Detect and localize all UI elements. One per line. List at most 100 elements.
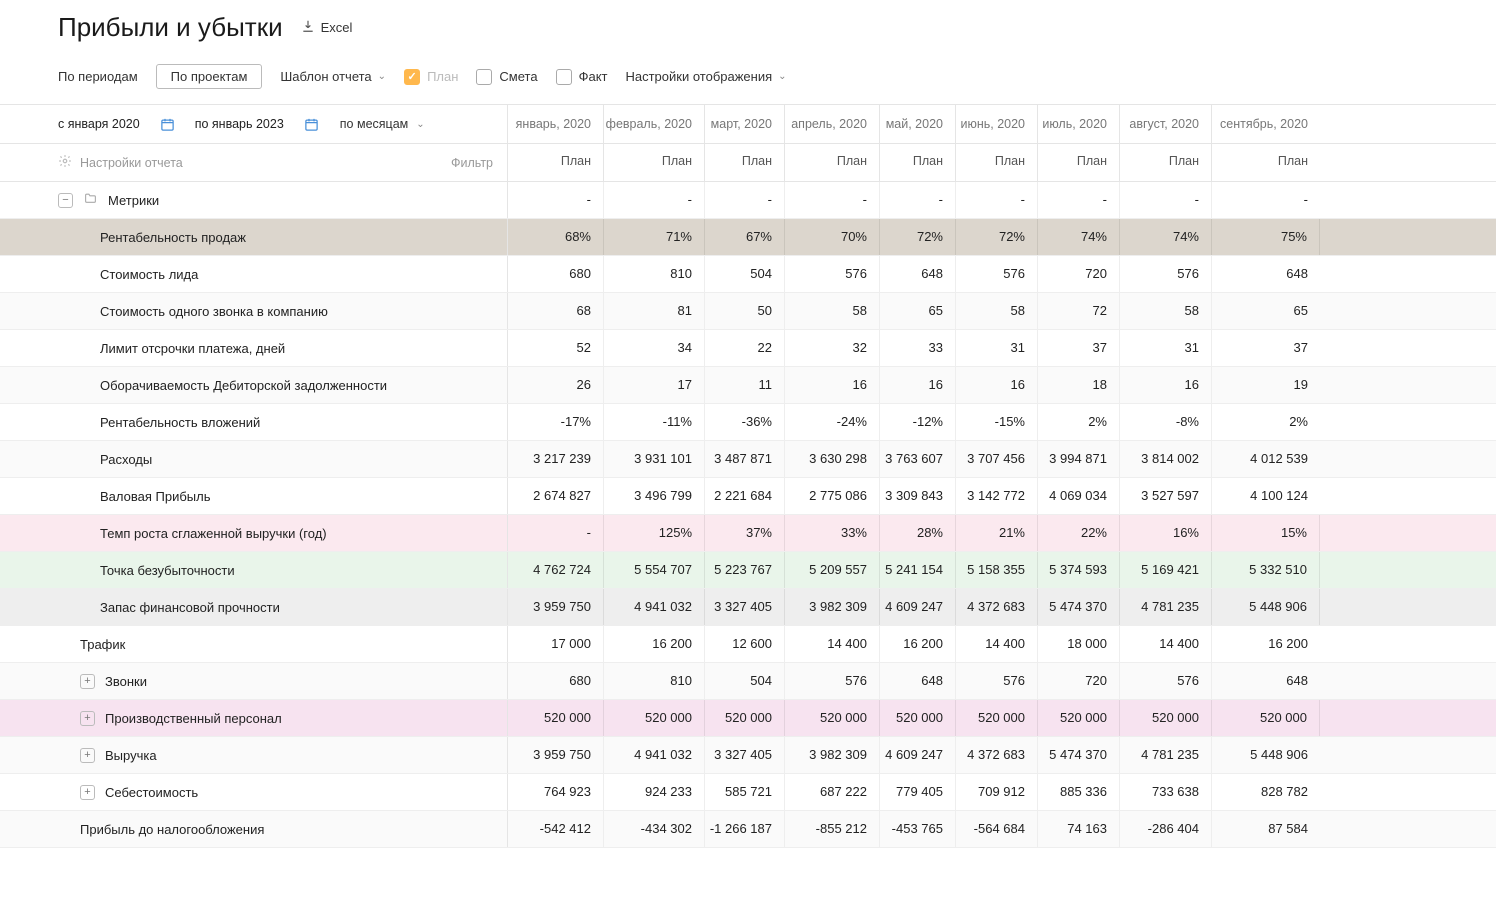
cell: 50 xyxy=(705,293,785,329)
row-label-text: Рентабельность вложений xyxy=(100,415,260,430)
cell: 576 xyxy=(956,256,1038,292)
chevron-down-icon: ⌄ xyxy=(778,71,786,82)
table-row: Точка безубыточности4 762 7245 554 7075 … xyxy=(0,552,1496,589)
row-label-text: Расходы xyxy=(100,452,152,467)
cell: 17 000 xyxy=(508,626,604,662)
cell: 16 xyxy=(1120,367,1212,403)
cell: 72 xyxy=(1038,293,1120,329)
expand-icon[interactable]: + xyxy=(80,711,95,726)
month-header: сентябрь, 2020 xyxy=(1212,105,1320,143)
cell: 68 xyxy=(508,293,604,329)
cell: 33% xyxy=(785,515,880,551)
cell: -855 212 xyxy=(785,811,880,847)
table-row: Стоимость одного звонка в компанию688150… xyxy=(0,293,1496,330)
row-label-text: Оборачиваемость Дебиторской задолженност… xyxy=(100,378,387,393)
month-header: апрель, 2020 xyxy=(785,105,880,143)
gear-icon[interactable] xyxy=(58,154,72,171)
cell: 576 xyxy=(956,663,1038,699)
cell: 33 xyxy=(880,330,956,366)
cell: 37 xyxy=(1212,330,1320,366)
plan-header: План xyxy=(705,144,785,181)
table-row: +Производственный персонал520 000520 000… xyxy=(0,700,1496,737)
cell: 3 142 772 xyxy=(956,478,1038,514)
date-from[interactable]: с января 2020 xyxy=(58,117,140,131)
cell: -434 302 xyxy=(604,811,705,847)
row-label-payment-delay: Лимит отсрочки платежа, дней xyxy=(0,330,508,366)
cell: 22 xyxy=(705,330,785,366)
plan-header: План xyxy=(1120,144,1212,181)
cell: - xyxy=(604,182,705,218)
row-label-text: Валовая Прибыль xyxy=(100,489,211,504)
collapse-icon[interactable]: − xyxy=(58,193,73,208)
expand-icon[interactable]: + xyxy=(80,748,95,763)
cell: 5 448 906 xyxy=(1212,589,1320,625)
cell: 5 554 707 xyxy=(604,552,705,588)
table-row: Темп роста сглаженной выручки (год)-125%… xyxy=(0,515,1496,552)
cell: 2 221 684 xyxy=(705,478,785,514)
month-header: март, 2020 xyxy=(705,105,785,143)
cell: 520 000 xyxy=(1038,700,1120,736)
checkbox-plan[interactable]: План xyxy=(404,69,458,85)
cell: 5 209 557 xyxy=(785,552,880,588)
filter-button[interactable]: Фильтр xyxy=(451,156,493,170)
calendar-icon[interactable] xyxy=(304,116,319,132)
cell: 764 923 xyxy=(508,774,604,810)
checkbox-estimate[interactable]: Смета xyxy=(476,69,537,85)
cell: 2 775 086 xyxy=(785,478,880,514)
display-settings-dropdown[interactable]: Настройки отображения ⌄ xyxy=(625,69,786,84)
table-row: Оборачиваемость Дебиторской задолженност… xyxy=(0,367,1496,404)
tab-projects[interactable]: По проектам xyxy=(156,64,263,89)
cell: 65 xyxy=(880,293,956,329)
folder-icon xyxy=(83,192,98,208)
row-label-expenses: Расходы xyxy=(0,441,508,477)
row-label-text: Лимит отсрочки платежа, дней xyxy=(100,341,285,356)
calendar-icon[interactable] xyxy=(160,116,175,132)
month-header: январь, 2020 xyxy=(508,105,604,143)
granularity-dropdown[interactable]: по месяцам ⌄ xyxy=(339,116,426,132)
cell: 4 372 683 xyxy=(956,737,1038,773)
month-header: февраль, 2020 xyxy=(604,105,705,143)
export-excel-button[interactable]: Excel xyxy=(301,19,353,36)
cell: 576 xyxy=(1120,663,1212,699)
table-row: −Метрики--------- xyxy=(0,182,1496,219)
table-row: Запас финансовой прочности3 959 7504 941… xyxy=(0,589,1496,626)
cell: - xyxy=(785,182,880,218)
cell: 14 400 xyxy=(956,626,1038,662)
cell: - xyxy=(1212,182,1320,218)
cell: 70% xyxy=(785,219,880,255)
expand-icon[interactable]: + xyxy=(80,674,95,689)
cell: 19 xyxy=(1212,367,1320,403)
checkbox-fact[interactable]: Факт xyxy=(556,69,608,85)
cell: 3 327 405 xyxy=(705,589,785,625)
template-dropdown[interactable]: Шаблон отчета ⌄ xyxy=(280,69,386,84)
cell: 4 012 539 xyxy=(1212,441,1320,477)
cell: 22% xyxy=(1038,515,1120,551)
cell: 67% xyxy=(705,219,785,255)
cell: 16 xyxy=(956,367,1038,403)
cell: 648 xyxy=(880,256,956,292)
row-label-text: Запас финансовой прочности xyxy=(100,600,280,615)
date-to[interactable]: по январь 2023 xyxy=(195,117,284,131)
row-label-lead-cost: Стоимость лида xyxy=(0,256,508,292)
cell: 71% xyxy=(604,219,705,255)
cell: 74 163 xyxy=(1038,811,1120,847)
cell: 4 941 032 xyxy=(604,589,705,625)
row-label-text: Выручка xyxy=(105,748,157,763)
cell: 520 000 xyxy=(1120,700,1212,736)
cell: 4 609 247 xyxy=(880,737,956,773)
cell: 125% xyxy=(604,515,705,551)
row-label-gross-profit: Валовая Прибыль xyxy=(0,478,508,514)
cell: -11% xyxy=(604,404,705,440)
cell: 3 309 843 xyxy=(880,478,956,514)
cell: 5 241 154 xyxy=(880,552,956,588)
tab-periods[interactable]: По периодам xyxy=(58,63,138,90)
row-label-text: Звонки xyxy=(105,674,147,689)
expand-icon[interactable]: + xyxy=(80,785,95,800)
cell: 72% xyxy=(880,219,956,255)
report-settings-label[interactable]: Настройки отчета xyxy=(80,156,183,170)
table-row: Расходы3 217 2393 931 1013 487 8713 630 … xyxy=(0,441,1496,478)
cell: -1 266 187 xyxy=(705,811,785,847)
cell: 21% xyxy=(956,515,1038,551)
cell: 504 xyxy=(705,663,785,699)
cell: 68% xyxy=(508,219,604,255)
